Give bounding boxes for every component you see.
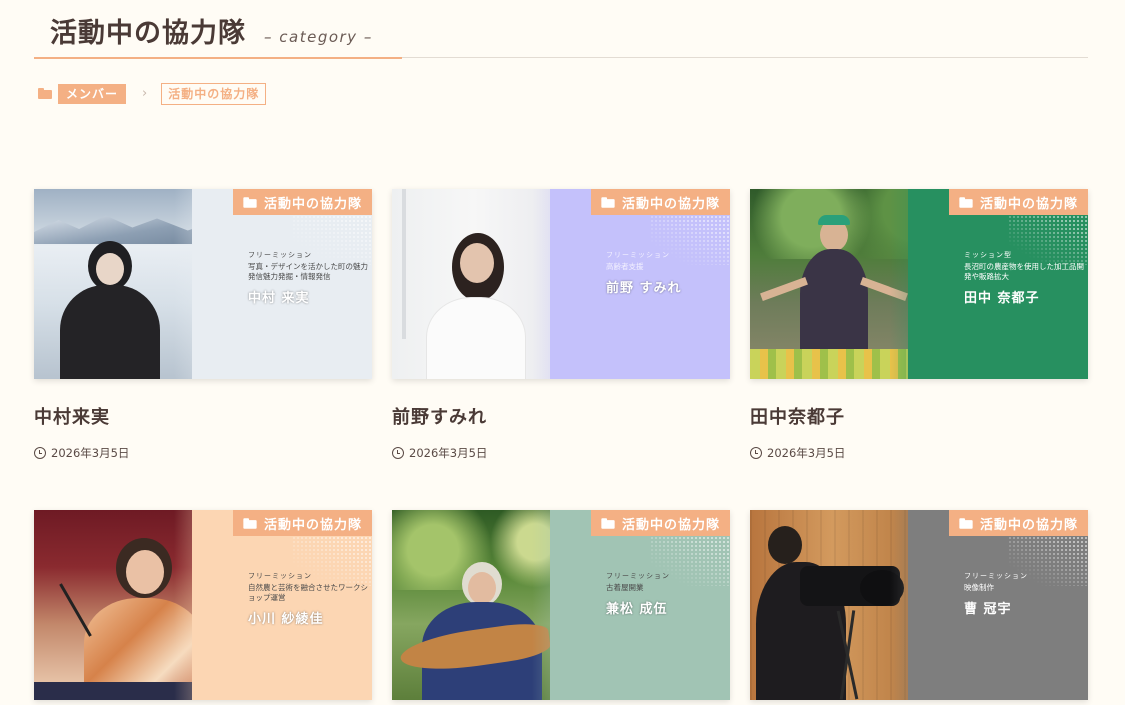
date-text: 2026年3月5日 — [767, 446, 846, 460]
breadcrumb-separator: › — [142, 86, 148, 101]
card-thumbnail[interactable]: 活動中の協力隊 フリーミッション 自然農と芸術を融合させたワークショップ運営 小… — [34, 510, 372, 700]
card-fade — [890, 510, 965, 700]
clock-icon — [750, 447, 762, 459]
mission-desc: 高齢者支援 — [606, 262, 644, 272]
thumb-person-name: 中村 来実 — [248, 291, 310, 307]
mission-type: フリーミッション — [606, 251, 670, 259]
card-thumbnail[interactable]: 活動中の協力隊 フリーミッション 高齢者支援 前野 すみれ — [392, 189, 730, 379]
page-title: 活動中の協力隊 — [50, 18, 246, 49]
mission-desc: 古着屋開業 — [606, 583, 644, 593]
category-label: 活動中の協力隊 — [979, 517, 1078, 533]
post-card[interactable]: 活動中の協力隊 ミッション型 長沼町の農産物を使用した加工品開発や販路拡大 田中… — [750, 189, 1088, 461]
mission-desc: 長沼町の農産物を使用した加工品開発や販路拡大 — [964, 262, 1084, 282]
card-title[interactable]: 田中奈都子 — [750, 403, 1088, 429]
folder-icon — [959, 517, 973, 529]
title-wrap: 活動中の協力隊 – category – — [34, 10, 402, 59]
mission-desc: 自然農と芸術を融合させたワークショップ運営 — [248, 583, 368, 603]
card-thumbnail[interactable]: 活動中の協力隊 フリーミッション 古着屋開業 兼松 成伍 — [392, 510, 730, 700]
card-title[interactable]: 前野すみれ — [392, 403, 730, 429]
mission-type: フリーミッション — [248, 251, 312, 259]
category-badge[interactable]: 活動中の協力隊 — [590, 510, 730, 536]
card-thumbnail[interactable]: 活動中の協力隊 フリーミッション 写真・デザインを活かした町の魅力発信魅力発掘・… — [34, 189, 372, 379]
category-badge[interactable]: 活動中の協力隊 — [590, 189, 730, 215]
mission-type: フリーミッション — [964, 572, 1028, 580]
post-card[interactable]: 活動中の協力隊 フリーミッション 自然農と芸術を融合させたワークショップ運営 小… — [34, 510, 372, 700]
clock-icon — [392, 447, 404, 459]
post-card[interactable]: 活動中の協力隊 フリーミッション 古着屋開業 兼松 成伍 — [392, 510, 730, 700]
post-card[interactable]: 活動中の協力隊 フリーミッション 映像制作 曹 冠宇 — [750, 510, 1088, 700]
folder-icon — [243, 196, 257, 208]
category-label: 活動中の協力隊 — [979, 196, 1078, 212]
thumb-info: フリーミッション 高齢者支援 前野 すみれ — [606, 251, 726, 296]
folder-icon — [38, 88, 52, 99]
category-label: 活動中の協力隊 — [263, 196, 362, 212]
date-text: 2026年3月5日 — [51, 446, 130, 460]
breadcrumb-current: 活動中の協力隊 — [161, 82, 267, 105]
mission-type: フリーミッション — [248, 572, 312, 580]
post-card[interactable]: 活動中の協力隊 フリーミッション 写真・デザインを活かした町の魅力発信魅力発掘・… — [34, 189, 372, 461]
mission-desc: 映像制作 — [964, 583, 994, 593]
date-text: 2026年3月5日 — [409, 446, 488, 460]
folder-icon — [601, 196, 615, 208]
page: 活動中の協力隊 – category – メンバー › 活動中の協力隊 活動中の… — [0, 0, 1125, 705]
thumb-person-name: 田中 奈都子 — [964, 291, 1040, 307]
folder-icon — [959, 196, 973, 208]
category-label: 活動中の協力隊 — [263, 517, 362, 533]
card-fade — [532, 510, 607, 700]
card-date: 2026年3月5日 — [392, 445, 730, 461]
clock-icon — [34, 447, 46, 459]
page-subtitle: – category – — [264, 28, 373, 46]
card-fade — [532, 189, 607, 379]
mission-type: ミッション型 — [964, 251, 1012, 259]
thumb-person-name: 兼松 成伍 — [606, 602, 668, 618]
mission-desc: 写真・デザインを活かした町の魅力発信魅力発掘・情報発信 — [248, 262, 368, 282]
folder-icon — [601, 517, 615, 529]
post-card[interactable]: 活動中の協力隊 フリーミッション 高齢者支援 前野 すみれ 前野すみれ 2026… — [392, 189, 730, 461]
card-fade — [174, 510, 249, 700]
card-fade — [174, 189, 249, 379]
category-badge[interactable]: 活動中の協力隊 — [948, 189, 1088, 215]
card-date: 2026年3月5日 — [750, 445, 1088, 461]
thumb-person-name: 小川 紗綾佳 — [248, 612, 324, 628]
thumb-info: フリーミッション 映像制作 曹 冠宇 — [964, 572, 1084, 617]
category-badge[interactable]: 活動中の協力隊 — [232, 189, 372, 215]
category-badge[interactable]: 活動中の協力隊 — [948, 510, 1088, 536]
category-label: 活動中の協力隊 — [621, 196, 720, 212]
thumb-person-name: 前野 すみれ — [606, 281, 682, 297]
thumb-info: ミッション型 長沼町の農産物を使用した加工品開発や販路拡大 田中 奈都子 — [964, 251, 1084, 306]
thumb-info: フリーミッション 自然農と芸術を融合させたワークショップ運営 小川 紗綾佳 — [248, 572, 368, 627]
thumb-info: フリーミッション 古着屋開業 兼松 成伍 — [606, 572, 726, 617]
folder-icon — [243, 517, 257, 529]
category-label: 活動中の協力隊 — [621, 517, 720, 533]
thumb-person-name: 曹 冠宇 — [964, 602, 1012, 618]
category-badge[interactable]: 活動中の協力隊 — [232, 510, 372, 536]
card-thumbnail[interactable]: 活動中の協力隊 ミッション型 長沼町の農産物を使用した加工品開発や販路拡大 田中… — [750, 189, 1088, 379]
mission-type: フリーミッション — [606, 572, 670, 580]
thumb-info: フリーミッション 写真・デザインを活かした町の魅力発信魅力発掘・情報発信 中村 … — [248, 251, 368, 306]
card-date: 2026年3月5日 — [34, 445, 372, 461]
breadcrumb: メンバー › 活動中の協力隊 — [38, 82, 267, 105]
page-header: 活動中の協力隊 – category – — [34, 10, 1088, 59]
card-fade — [890, 189, 965, 379]
card-title[interactable]: 中村来実 — [34, 403, 372, 429]
card-thumbnail[interactable]: 活動中の協力隊 フリーミッション 映像制作 曹 冠宇 — [750, 510, 1088, 700]
breadcrumb-link-members[interactable]: メンバー — [58, 83, 127, 104]
